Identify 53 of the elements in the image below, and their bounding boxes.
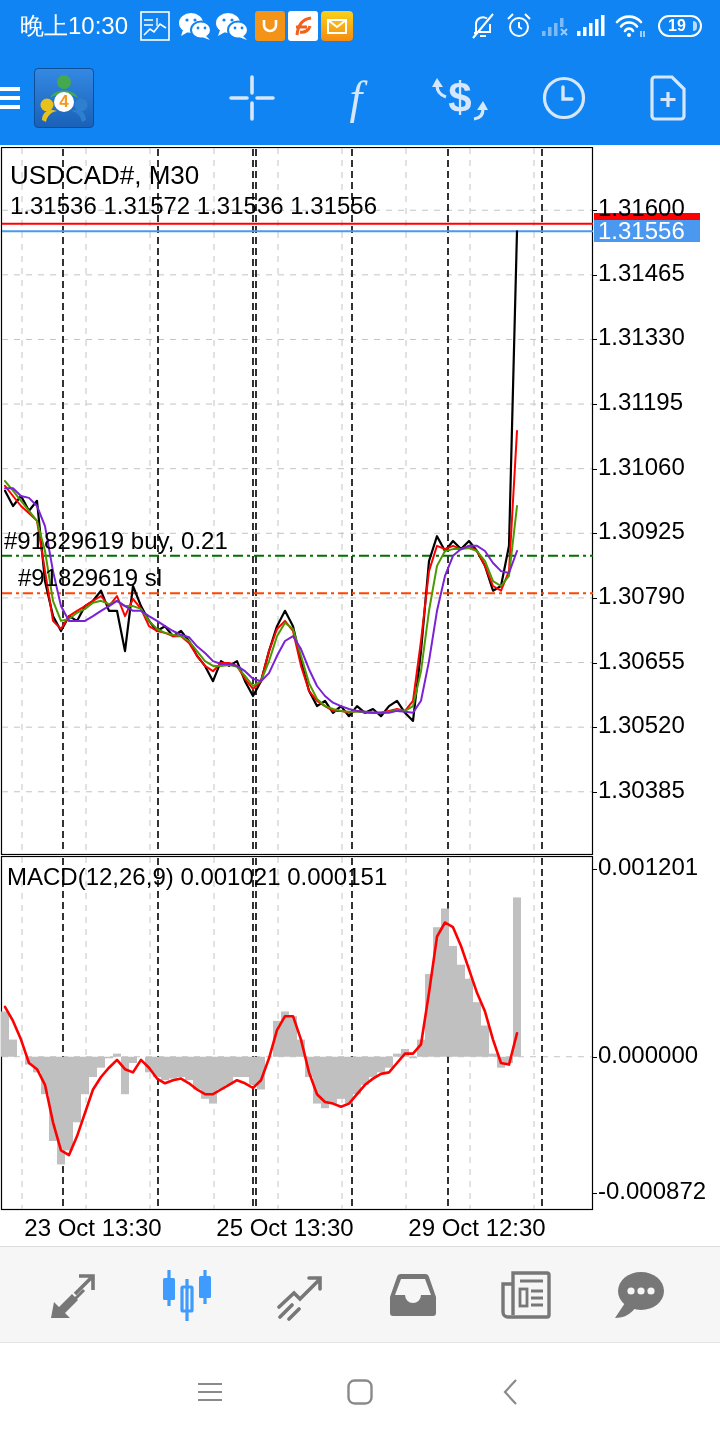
chat-bubbles-icon — [178, 11, 213, 41]
muted-bell-icon — [470, 12, 496, 40]
time-axis-label: 29 Oct 12:30 — [408, 1213, 546, 1243]
rounded-square-icon — [347, 1378, 373, 1405]
newspaper-icon — [499, 1268, 552, 1321]
indicator-axis-label: 0.001201 — [592, 855, 699, 880]
chart-app-icon — [140, 11, 171, 41]
wifi-icon — [614, 13, 646, 39]
three-lines-icon — [197, 1381, 223, 1402]
ohlc-values: 1.31536 1.31572 1.31536 1.31556 — [10, 192, 378, 220]
indicator-axis-label: -0.000872 — [592, 1178, 707, 1203]
price-axis-label: 1.31060 — [592, 454, 685, 479]
trade-button[interactable]: $ — [432, 74, 488, 121]
signal-icon — [576, 14, 606, 38]
chart-tab[interactable] — [160, 1268, 213, 1321]
back-icon — [502, 1377, 518, 1406]
clock-button[interactable] — [542, 75, 586, 120]
mail-app-icon — [321, 11, 354, 41]
clock-time: 晚上10:30 — [20, 11, 129, 41]
price-axis-label: 1.31330 — [592, 325, 685, 350]
battery-indicator: 19 — [658, 15, 702, 37]
app-logo-button[interactable]: 4 — [34, 67, 94, 128]
menu-icon — [0, 86, 20, 109]
price-axis-label: 1.31465 — [592, 260, 685, 285]
time-axis-label: 23 Oct 13:30 — [24, 1213, 162, 1243]
price-axis-label: 1.30520 — [592, 713, 685, 738]
price-axis-label: 1.30385 — [592, 777, 685, 802]
clock-icon — [542, 75, 586, 120]
indicator-title: MACD(12,26,9) 0.001021 0.000151 — [7, 863, 388, 891]
chat-bubbles-icon — [215, 11, 250, 41]
menu-button[interactable] — [0, 86, 20, 109]
price-tag: 1.31556 — [594, 220, 700, 243]
home-button[interactable] — [347, 1378, 373, 1405]
news-tab[interactable] — [499, 1268, 552, 1321]
price-axis-label: 1.31195 — [592, 390, 683, 415]
curved-arrow-icon — [432, 76, 449, 99]
price-axis-label: 1.30925 — [592, 519, 685, 544]
price-axis-label: 1.30655 — [592, 648, 685, 673]
indicator-axis-label: 0.000000 — [592, 1042, 699, 1067]
swoosh-app-icon — [288, 11, 319, 41]
new-document-icon — [650, 74, 686, 121]
chart-symbol: USDCAD#, M30 — [10, 160, 200, 190]
recent-apps-button[interactable] — [197, 1381, 223, 1402]
crosshair-button[interactable] — [229, 74, 275, 121]
smile-app-icon — [255, 11, 286, 41]
time-axis-label: 25 Oct 13:30 — [216, 1213, 354, 1243]
price-axis-label: 1.30790 — [592, 583, 685, 608]
back-button[interactable] — [502, 1377, 518, 1406]
indicators-button[interactable]: f — [343, 72, 369, 123]
candlestick-icon — [160, 1268, 213, 1321]
crosshair-icon — [229, 74, 275, 121]
alarm-clock-icon — [506, 12, 532, 40]
new-order-button[interactable] — [650, 74, 686, 121]
